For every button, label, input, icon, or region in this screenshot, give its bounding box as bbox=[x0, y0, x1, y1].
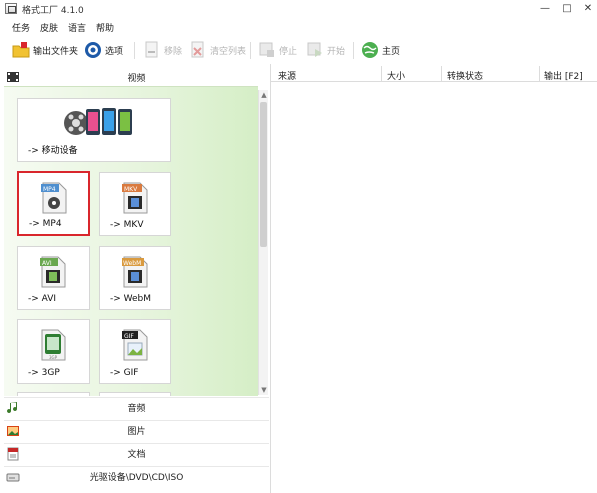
clear-list-label: 清空列表 bbox=[210, 46, 247, 57]
task-list-header: 来源 大小 转换状态 输出 [F2] bbox=[271, 66, 597, 82]
options-label: 选项 bbox=[105, 46, 124, 57]
tile-mobile-label: -> 移动设备 bbox=[28, 146, 78, 156]
menu-language[interactable]: 语言 bbox=[68, 21, 86, 34]
avi-file-icon: AVI bbox=[40, 256, 66, 288]
home-button[interactable]: 主页 bbox=[361, 39, 400, 61]
minimize-button[interactable]: — bbox=[534, 2, 556, 16]
task-list-body[interactable] bbox=[271, 83, 597, 493]
3gp-badge-text: 3GP bbox=[49, 355, 58, 360]
audio-section-label: 音频 bbox=[127, 404, 146, 414]
output-folder-button[interactable]: 输出文件夹 bbox=[12, 39, 78, 61]
picture-icon bbox=[7, 426, 19, 436]
mp4-badge-text: MP4 bbox=[43, 186, 56, 193]
scroll-thumb[interactable] bbox=[260, 102, 267, 247]
mkv-badge-text: MKV bbox=[124, 186, 138, 193]
tile-gif[interactable]: GIF -> GIF bbox=[99, 319, 171, 384]
options-gear-icon bbox=[85, 42, 101, 58]
tile-webm[interactable]: WebM -> WebM bbox=[99, 246, 171, 310]
menu-bar: 任务 皮肤 语言 帮助 bbox=[0, 18, 597, 36]
optical-section-label: 光驱设备\DVD\CD\ISO bbox=[89, 473, 184, 483]
app-icon bbox=[5, 3, 17, 14]
column-source[interactable]: 来源 bbox=[278, 69, 296, 82]
tile-mkv[interactable]: MKV -> MKV bbox=[99, 172, 171, 236]
scroll-down-arrow-icon[interactable]: ▼ bbox=[259, 385, 269, 395]
tile-mkv-label: -> MKV bbox=[110, 220, 144, 230]
audio-section-header[interactable]: 音频 bbox=[4, 397, 269, 417]
video-format-grid: -> 移动设备 MP4 -> MP4 MKV -> MKV AVI -> AVI… bbox=[4, 86, 258, 396]
column-status[interactable]: 转换状态 bbox=[447, 69, 483, 82]
mkv-file-icon: MKV bbox=[122, 182, 148, 214]
tile-mobile-devices[interactable]: -> 移动设备 bbox=[17, 98, 171, 162]
stop-label: 停止 bbox=[279, 46, 298, 57]
document-section-label: 文档 bbox=[127, 450, 146, 460]
options-button[interactable]: 选项 bbox=[84, 39, 123, 61]
optical-section-header[interactable]: 光驱设备\DVD\CD\ISO bbox=[4, 466, 269, 486]
remove-button[interactable]: 移除 bbox=[143, 39, 182, 61]
toolbar: 输出文件夹 选项 移除 清空列表 停止 开始 主页 bbox=[0, 36, 597, 64]
remove-label: 移除 bbox=[164, 46, 183, 57]
tile-avi[interactable]: AVI -> AVI bbox=[17, 246, 90, 310]
webm-file-icon: WebM bbox=[122, 256, 148, 288]
globe-icon bbox=[362, 42, 378, 58]
remove-doc-icon bbox=[145, 41, 158, 58]
home-label: 主页 bbox=[382, 46, 401, 57]
scroll-up-arrow-icon[interactable]: ▲ bbox=[259, 90, 269, 100]
column-output[interactable]: 输出 [F2] bbox=[544, 69, 583, 82]
column-size[interactable]: 大小 bbox=[387, 69, 405, 82]
column-divider bbox=[441, 66, 442, 82]
menu-skin[interactable]: 皮肤 bbox=[40, 21, 58, 34]
toolbar-divider bbox=[250, 42, 251, 59]
document-section-header[interactable]: 文档 bbox=[4, 443, 269, 463]
window-title: 格式工厂 4.1.0 bbox=[22, 6, 84, 16]
gif-badge-text: GIF bbox=[124, 333, 134, 340]
tile-mp4[interactable]: MP4 -> MP4 bbox=[17, 171, 90, 236]
clear-list-icon bbox=[191, 41, 204, 58]
start-button[interactable]: 开始 bbox=[306, 39, 345, 61]
tile-more[interactable] bbox=[17, 392, 90, 396]
tile-3gp-label: -> 3GP bbox=[28, 368, 60, 378]
column-divider bbox=[539, 66, 540, 82]
gif-file-icon: GIF bbox=[122, 329, 148, 361]
mobile-devices-icon bbox=[64, 108, 132, 135]
disc-drive-icon bbox=[6, 473, 20, 482]
tile-avi-label: -> AVI bbox=[28, 294, 57, 304]
avi-badge-text: AVI bbox=[42, 260, 52, 267]
close-button[interactable]: ✕ bbox=[577, 2, 597, 16]
output-folder-label: 输出文件夹 bbox=[33, 46, 79, 57]
stop-button[interactable]: 停止 bbox=[258, 39, 297, 61]
tile-more[interactable] bbox=[99, 392, 171, 396]
format-grid-scrollbar[interactable]: ▲ ▼ bbox=[258, 90, 268, 395]
webm-badge-text: WebM bbox=[123, 260, 141, 267]
document-icon bbox=[7, 447, 19, 461]
title-bar: 格式工厂 4.1.0 — □ ✕ bbox=[0, 0, 597, 18]
menu-help[interactable]: 帮助 bbox=[96, 21, 114, 34]
start-icon bbox=[307, 42, 322, 57]
mp4-file-icon: MP4 bbox=[41, 182, 67, 214]
maximize-button[interactable]: □ bbox=[556, 2, 578, 16]
3gp-file-icon: 3GP bbox=[41, 329, 66, 361]
tile-mp4-label: -> MP4 bbox=[29, 219, 62, 229]
menu-task[interactable]: 任务 bbox=[12, 21, 30, 34]
picture-section-header[interactable]: 图片 bbox=[4, 420, 269, 440]
folder-icon bbox=[12, 42, 30, 58]
picture-section-label: 图片 bbox=[127, 427, 146, 437]
music-note-icon bbox=[7, 402, 18, 414]
column-divider bbox=[381, 66, 382, 82]
tile-webm-label: -> WebM bbox=[110, 294, 152, 304]
stop-icon bbox=[259, 42, 274, 57]
video-section-header[interactable]: 视频 bbox=[4, 67, 269, 87]
toolbar-divider bbox=[134, 42, 135, 59]
clear-list-button[interactable]: 清空列表 bbox=[189, 39, 246, 61]
tile-3gp[interactable]: 3GP -> 3GP bbox=[17, 319, 90, 384]
toolbar-divider bbox=[353, 42, 354, 59]
video-section-label: 视频 bbox=[127, 73, 146, 84]
start-label: 开始 bbox=[327, 46, 346, 57]
tile-gif-label: -> GIF bbox=[110, 368, 139, 378]
film-icon bbox=[7, 72, 19, 82]
